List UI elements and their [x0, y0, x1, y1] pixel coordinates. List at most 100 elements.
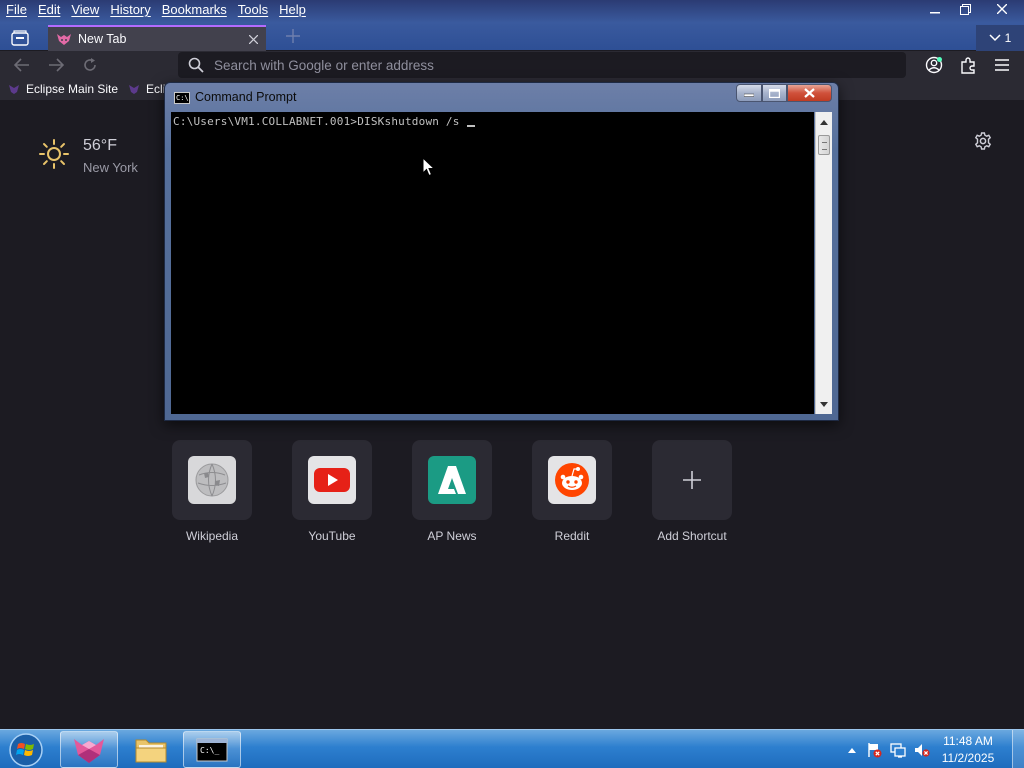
menu-view[interactable]: View	[65, 0, 104, 20]
action-center-button[interactable]	[866, 742, 882, 758]
show-desktop-button[interactable]	[1012, 730, 1024, 768]
close-icon	[997, 4, 1007, 14]
bookmark-eclipse[interactable]: Ecli	[118, 82, 165, 96]
browser-logo-icon	[57, 34, 71, 45]
account-button[interactable]	[924, 55, 944, 75]
cmd-typed-command: DISKshutdown /s	[357, 115, 467, 128]
text-cursor	[467, 125, 476, 127]
tab-strip: New Tab 1	[0, 25, 1024, 51]
cmd-input-line[interactable]: C:\Users\VM1.COLLABNET.001>DISKshutdown …	[173, 115, 476, 128]
reload-button[interactable]	[80, 55, 100, 75]
cmd-close-button[interactable]	[787, 84, 832, 102]
add-shortcut-tile[interactable]	[652, 440, 732, 520]
scroll-down-button[interactable]	[816, 396, 832, 412]
maximize-icon	[769, 88, 780, 98]
minimize-icon	[930, 12, 940, 14]
menu-history[interactable]: History	[104, 0, 155, 20]
tab-new-tab[interactable]: New Tab	[48, 25, 266, 51]
window-controls	[920, 0, 1024, 20]
clock-date[interactable]: 11/2/2025	[938, 751, 998, 765]
back-arrow-icon	[14, 58, 29, 72]
taskbar-browser-button[interactable]	[60, 731, 118, 768]
wikipedia-icon	[188, 456, 236, 504]
chevron-down-icon	[989, 34, 1001, 42]
start-button[interactable]	[6, 732, 46, 768]
menu-help[interactable]: Help	[273, 0, 311, 20]
shortcut-tile[interactable]	[172, 440, 252, 520]
sun-icon	[39, 139, 69, 169]
account-icon	[925, 56, 943, 74]
cmd-minimize-button[interactable]	[736, 84, 762, 102]
clock-time[interactable]: 11:48 AM	[938, 734, 998, 748]
weather-widget[interactable]: 56°F New York	[38, 136, 178, 180]
cmd-window-title: Command Prompt	[195, 90, 297, 104]
scroll-up-button[interactable]	[816, 114, 832, 130]
shortcut-label: YouTube	[308, 529, 356, 543]
url-input[interactable]	[214, 57, 814, 73]
taskbar-explorer-button[interactable]	[122, 731, 180, 768]
menu-file[interactable]: File	[0, 0, 32, 20]
menu-tools[interactable]: Tools	[232, 0, 273, 20]
browser-titlebar: File Edit View History Bookmarks Tools H…	[0, 0, 1024, 51]
flag-alert-icon	[868, 743, 882, 758]
tab-close-button[interactable]	[246, 32, 260, 46]
top-sites: Wikipedia YouTube AP News Reddit Add Sho…	[172, 440, 752, 550]
network-button[interactable]	[890, 742, 906, 758]
new-tab-button[interactable]	[283, 28, 303, 48]
scroll-thumb[interactable]	[818, 135, 830, 155]
taskbar-cmd-button[interactable]: C:\_	[183, 731, 241, 768]
shortcut-label: Wikipedia	[185, 529, 239, 543]
tab-count: 1	[1004, 31, 1012, 45]
reddit-icon	[548, 456, 596, 504]
plus-icon	[683, 471, 701, 489]
gear-icon	[974, 132, 992, 150]
restore-button[interactable]	[950, 0, 980, 18]
folder-icon	[135, 739, 167, 762]
minimize-icon	[744, 93, 754, 97]
bookmark-label: Ecli	[146, 82, 166, 96]
cmd-maximize-button[interactable]	[762, 84, 787, 102]
shortcut-label: AP News	[427, 529, 477, 543]
app-menu-button[interactable]	[992, 55, 1012, 75]
cmd-vertical-scrollbar[interactable]	[815, 112, 832, 414]
menu-edit[interactable]: Edit	[32, 0, 65, 20]
shortcut-tile[interactable]	[412, 440, 492, 520]
back-button[interactable]	[12, 55, 32, 75]
newtab-settings-button[interactable]	[972, 130, 994, 152]
cmd-titlebar[interactable]: C:\ Command Prompt	[165, 83, 838, 111]
minimize-button[interactable]	[920, 0, 950, 18]
puzzle-piece-icon	[961, 57, 975, 74]
shortcut-label: Add Shortcut	[657, 529, 727, 543]
navigation-toolbar	[0, 51, 1024, 78]
extensions-button[interactable]	[958, 55, 978, 75]
tab-overview-button[interactable]	[8, 27, 32, 49]
shortcut-add[interactable]: Add Shortcut	[652, 440, 772, 550]
volume-button[interactable]	[914, 742, 930, 758]
forward-button[interactable]	[46, 55, 66, 75]
restore-icon	[959, 3, 971, 15]
address-bar[interactable]	[178, 52, 906, 78]
ap-news-icon	[428, 456, 476, 504]
tab-list-button[interactable]: 1	[976, 25, 1024, 51]
triangle-up-icon	[848, 747, 856, 753]
close-icon	[804, 88, 815, 98]
browser-logo-icon	[74, 738, 104, 763]
shortcut-tile[interactable]	[532, 440, 612, 520]
command-prompt-window[interactable]: C:\ Command Prompt C:\Users\VM1.COLLABNE…	[164, 82, 839, 421]
eclipse-icon	[129, 85, 140, 94]
menu-bar: File Edit View History Bookmarks Tools H…	[0, 0, 311, 20]
show-hidden-icons-button[interactable]	[844, 742, 860, 758]
shortcut-tile[interactable]	[292, 440, 372, 520]
hamburger-menu-icon	[995, 59, 1009, 71]
weather-city: New York	[83, 160, 138, 175]
cmd-window-controls	[736, 84, 832, 102]
bookmark-eclipse-main-site[interactable]: Eclipse Main Site	[0, 82, 118, 96]
cmd-app-icon: C:\_	[196, 738, 228, 761]
menu-bookmarks[interactable]: Bookmarks	[156, 0, 232, 20]
close-window-button[interactable]	[980, 0, 1024, 18]
cmd-console-area[interactable]: C:\Users\VM1.COLLABNET.001>DISKshutdown …	[171, 112, 814, 414]
cmd-prompt: C:\Users\VM1.COLLABNET.001>	[173, 115, 358, 128]
cmd-app-icon: C:\	[174, 92, 190, 104]
weather-temperature: 56°F	[83, 137, 117, 154]
windows-orb-icon	[9, 733, 43, 767]
